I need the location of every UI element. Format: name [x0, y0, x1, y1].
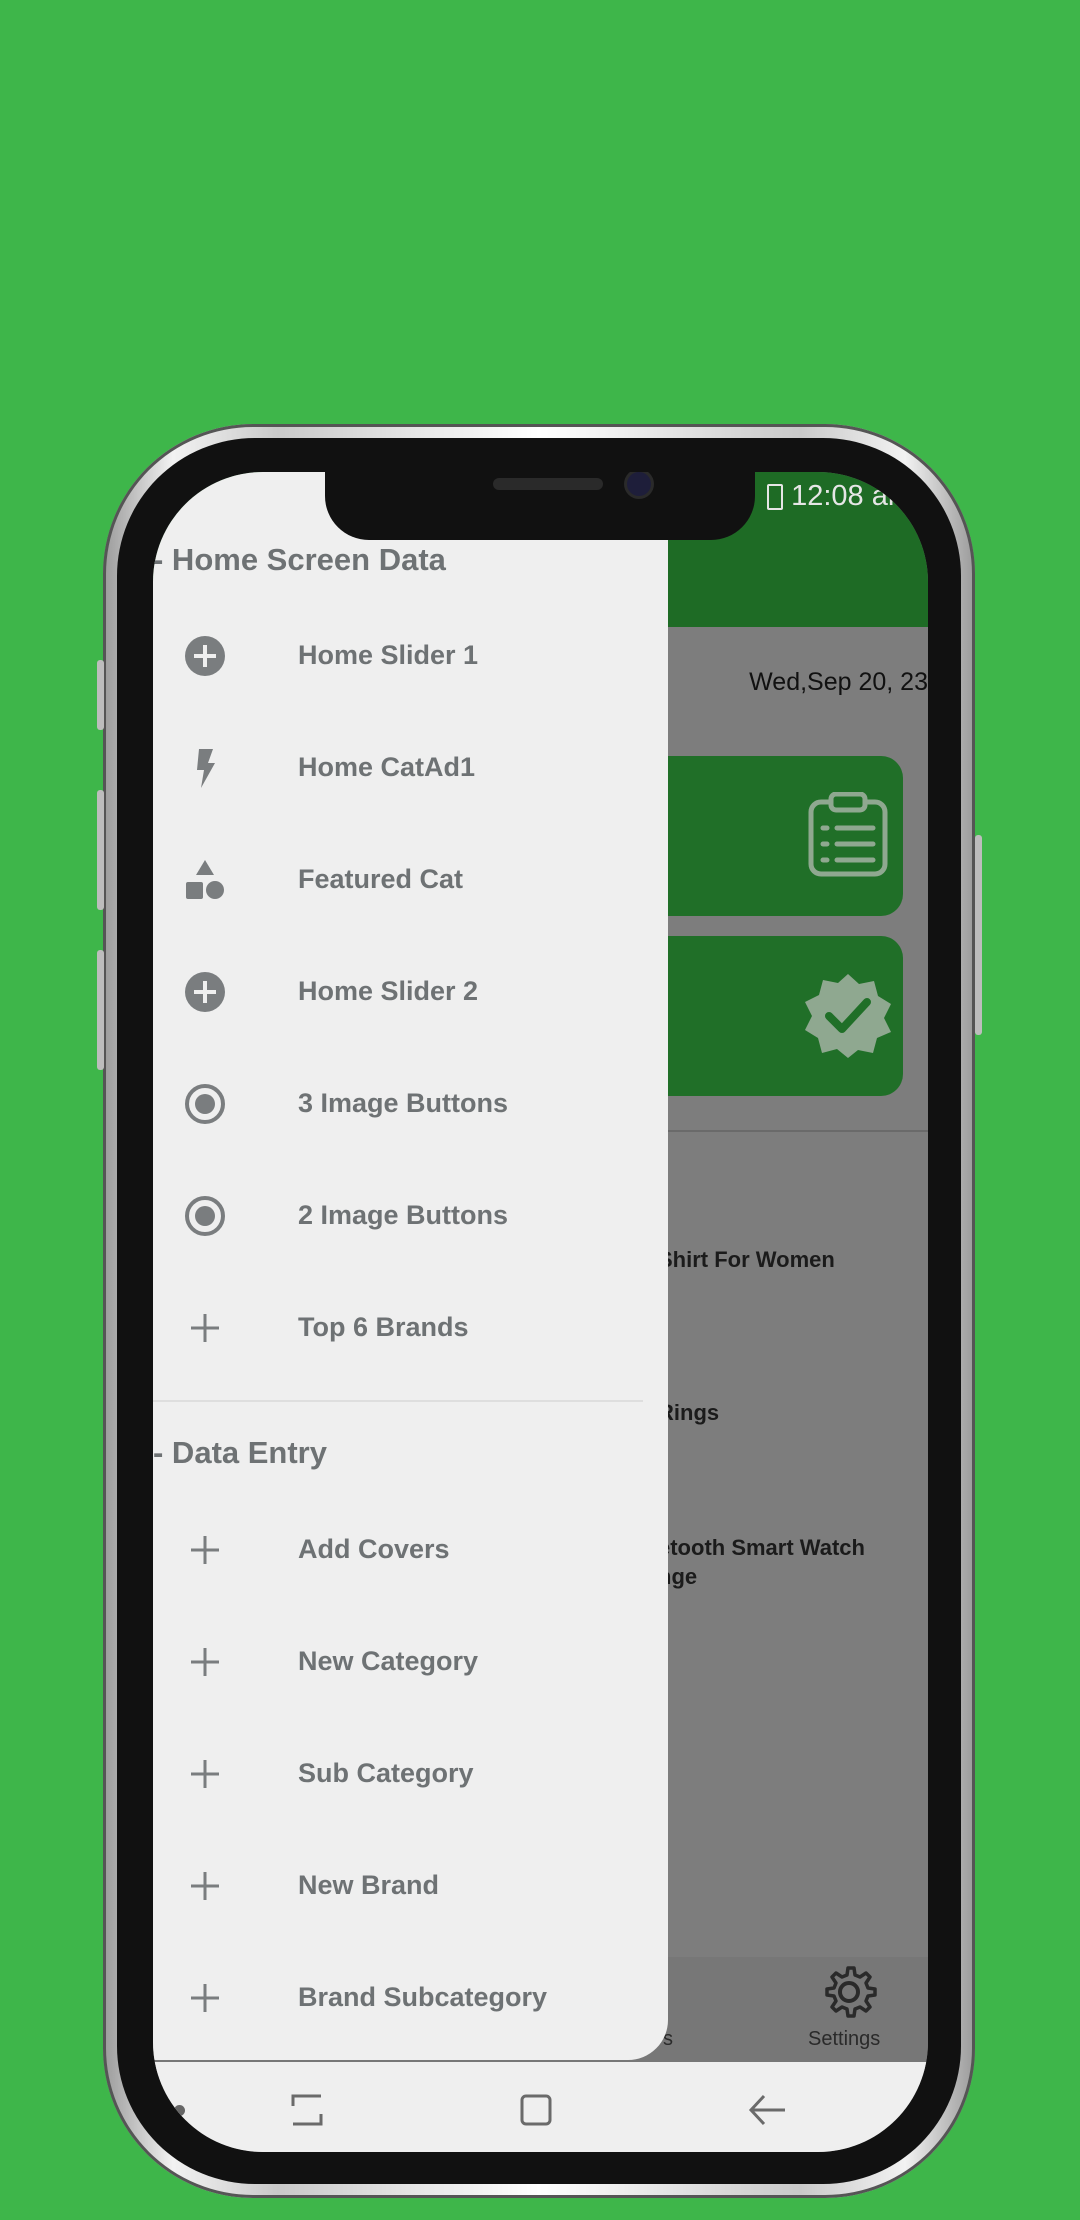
list-item[interactable]: etooth Smart Watch [658, 1535, 865, 1561]
content-divider [633, 1130, 928, 1132]
plus-icon [191, 1984, 219, 2012]
plus-icon [191, 1648, 219, 1676]
phone-power-button [975, 835, 982, 1035]
drawer-item-label: Home Slider 2 [298, 976, 479, 1006]
radio-button-icon [185, 1196, 225, 1236]
drawer-item-label: 3 Image Buttons [298, 1088, 509, 1118]
drawer-item-label: New Category [298, 1646, 479, 1676]
drawer-item-label: Top 6 Brands [298, 1312, 469, 1342]
back-icon[interactable] [748, 2092, 788, 2128]
drawer-item-label: Home CatAd1 [298, 752, 476, 782]
phone-side-button [97, 660, 104, 730]
drawer-item-label: 2 Image Buttons [298, 1200, 509, 1230]
phone-screen: 12:08 am Wed,Sep 20, 23 s red Shirt For … [153, 472, 928, 2152]
bolt-icon [197, 749, 215, 788]
plus-circle-icon [185, 972, 225, 1012]
drawer-item-label: Add Covers [298, 1534, 450, 1564]
phone-notch [325, 472, 755, 540]
drawer-item-label: New Brand [298, 1870, 440, 1900]
drawer-item-sub-category[interactable]: Sub Category [153, 1724, 668, 1824]
drawer-item-new-category[interactable]: New Category [153, 1612, 668, 1712]
plus-icon [191, 1536, 219, 1564]
drawer-item-3-image-buttons[interactable]: 3 Image Buttons [153, 1054, 668, 1154]
plus-icon [191, 1760, 219, 1788]
phone-volume-up [97, 790, 104, 910]
plus-circle-icon [185, 636, 225, 676]
gear-icon[interactable] [821, 1964, 877, 2020]
phone-volume-down [97, 950, 104, 1070]
drawer-item-home-slider-2[interactable]: Home Slider 2 [153, 942, 668, 1042]
clipboard-icon [808, 792, 888, 877]
drawer-item-add-covers[interactable]: Add Covers [153, 1500, 668, 1600]
home-icon[interactable] [518, 2092, 554, 2128]
drawer-item-brand-subcategory[interactable]: Brand Subcategory [153, 1948, 668, 2048]
settings-nav-label[interactable]: Settings [808, 2028, 880, 2051]
recents-icon[interactable] [289, 2092, 325, 2128]
drawer-item-label: Sub Category [298, 1758, 474, 1788]
list-item[interactable]: Shirt For Women [658, 1247, 835, 1273]
date-label: Wed,Sep 20, 23 [749, 668, 928, 696]
drawer-item-home-catad1[interactable]: Home CatAd1 [153, 718, 668, 818]
plus-icon [191, 1872, 219, 1900]
drawer-item-top-6-brands[interactable]: Top 6 Brands [153, 1278, 668, 1378]
nav-dot [174, 2105, 185, 2116]
section-divider [153, 1400, 643, 1402]
earpiece-speaker [493, 478, 603, 490]
section-title-data-entry: - Data Entry [153, 1435, 327, 1470]
drawer-item-label: Brand Subcategory [298, 1982, 548, 2012]
drawer-item-new-brand[interactable]: New Brand [153, 1836, 668, 1936]
front-camera [627, 472, 651, 496]
status-time: 12:08 am [791, 480, 912, 512]
drawer-item-label: Home Slider 1 [298, 640, 479, 670]
drawer-item-home-slider-1[interactable]: Home Slider 1 [153, 606, 668, 706]
plus-icon [191, 1314, 219, 1342]
drawer-item-featured-cat[interactable]: Featured Cat [153, 830, 668, 930]
radio-button-icon [185, 1084, 225, 1124]
drawer-item-2-image-buttons[interactable]: 2 Image Buttons [153, 1166, 668, 1266]
battery-icon [767, 484, 784, 511]
drawer-item-label: Featured Cat [298, 864, 464, 894]
section-title-home-screen-data: - Home Screen Data [153, 542, 446, 577]
shapes-icon [186, 860, 224, 899]
status-bar: 12:08 am [767, 480, 912, 513]
navigation-drawer: - Home Screen Data Home Slider 1 Home Ca… [153, 472, 668, 2060]
verified-badge-icon [805, 974, 891, 1058]
